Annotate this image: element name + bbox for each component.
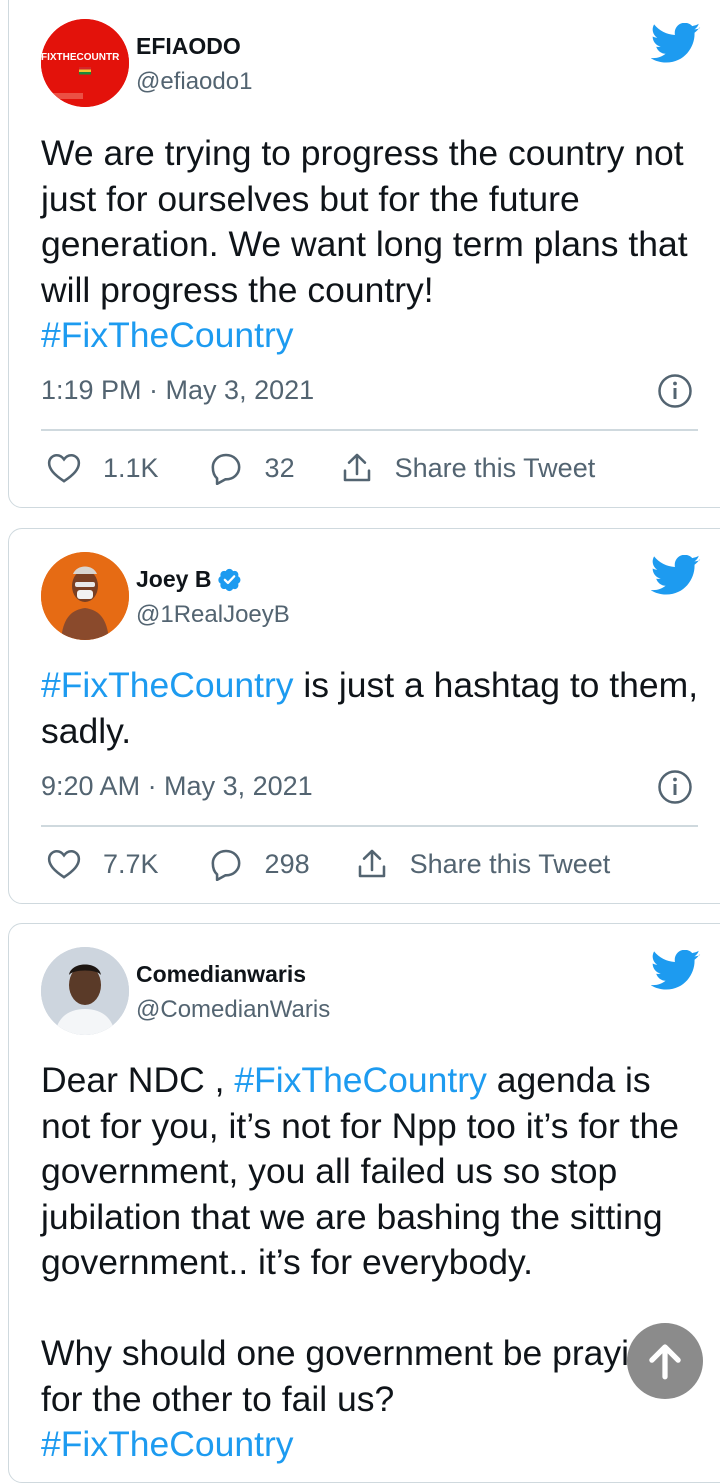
heart-icon bbox=[47, 453, 81, 483]
hashtag-link[interactable]: #FixTheCountry bbox=[234, 1060, 487, 1100]
tweet-card-joeyb[interactable]: Joey B @1RealJoeyB #FixTheCountry is jus… bbox=[8, 528, 720, 904]
reply-count: 298 bbox=[264, 848, 310, 879]
twitter-bird-icon[interactable] bbox=[651, 555, 701, 597]
like-button[interactable]: 1.1K bbox=[47, 452, 159, 484]
author-handle[interactable]: @ComedianWaris bbox=[136, 996, 330, 1024]
twitter-bird-icon[interactable] bbox=[651, 23, 701, 65]
reply-icon bbox=[211, 849, 240, 881]
hashtag-link[interactable]: #FixTheCountry bbox=[41, 315, 294, 355]
reply-button[interactable]: 298 bbox=[209, 847, 310, 881]
tweet-text: Dear NDC , #FixTheCountry agenda is not … bbox=[41, 1058, 706, 1468]
twitter-bird-icon[interactable] bbox=[651, 950, 701, 992]
tweet-actions: 7.7K 298 Share this Tweet bbox=[47, 844, 610, 884]
tweet-body-text: Why should one government be praying for… bbox=[41, 1333, 669, 1419]
like-button[interactable]: 7.7K bbox=[47, 848, 159, 880]
divider bbox=[41, 825, 698, 827]
tweet-card-efiaodo[interactable]: FIXTHECOUNTR EFIAODO @efiaodo1 We are tr… bbox=[8, 0, 720, 508]
tweet-actions: 1.1K 32 Share this Tweet bbox=[47, 448, 595, 488]
avatar[interactable] bbox=[41, 947, 129, 1035]
tweet-text: We are trying to progress the country no… bbox=[41, 131, 706, 359]
tweet-text: #FixTheCountry is just a hashtag to them… bbox=[41, 663, 706, 754]
info-icon[interactable] bbox=[657, 373, 693, 409]
share-label: Share this Tweet bbox=[394, 452, 596, 483]
like-count: 7.7K bbox=[103, 848, 159, 879]
avatar[interactable] bbox=[41, 552, 129, 640]
share-label: Share this Tweet bbox=[409, 848, 611, 879]
svg-text:FIXTHECOUNTR: FIXTHECOUNTR bbox=[41, 52, 120, 63]
author-handle[interactable]: @efiaodo1 bbox=[136, 68, 252, 96]
author-name[interactable]: Joey B bbox=[136, 566, 242, 593]
hashtag-link[interactable]: #FixTheCountry bbox=[41, 665, 294, 705]
divider bbox=[41, 429, 698, 431]
tweet-card-comedianwaris[interactable]: Comedianwaris @ComedianWaris Dear NDC , … bbox=[8, 923, 720, 1483]
heart-icon bbox=[47, 849, 81, 879]
hashtag-link[interactable]: #FixTheCountry bbox=[41, 1424, 294, 1464]
reply-count: 32 bbox=[264, 452, 295, 483]
reply-button[interactable]: 32 bbox=[209, 451, 295, 485]
tweet-timestamp[interactable]: 1:19 PM · May 3, 2021 bbox=[41, 375, 314, 406]
author-name[interactable]: Comedianwaris bbox=[136, 961, 306, 988]
avatar[interactable]: FIXTHECOUNTR bbox=[41, 19, 129, 107]
share-icon bbox=[358, 849, 385, 878]
scroll-to-top-button[interactable] bbox=[627, 1323, 703, 1399]
tweet-body-text: Dear NDC , bbox=[41, 1060, 235, 1100]
verified-badge-icon bbox=[218, 568, 241, 592]
info-icon[interactable] bbox=[657, 769, 693, 805]
share-button[interactable]: Share this Tweet bbox=[356, 847, 611, 881]
author-name[interactable]: EFIAODO bbox=[136, 33, 241, 60]
tweet-timestamp[interactable]: 9:20 AM · May 3, 2021 bbox=[41, 771, 313, 802]
share-button[interactable]: Share this Tweet bbox=[341, 451, 596, 485]
share-icon bbox=[343, 453, 370, 482]
tweet-body-text: We are trying to progress the country no… bbox=[41, 133, 688, 310]
arrow-up-icon bbox=[649, 1344, 681, 1380]
like-count: 1.1K bbox=[103, 452, 159, 483]
author-handle[interactable]: @1RealJoeyB bbox=[136, 601, 290, 629]
reply-icon bbox=[211, 453, 240, 485]
